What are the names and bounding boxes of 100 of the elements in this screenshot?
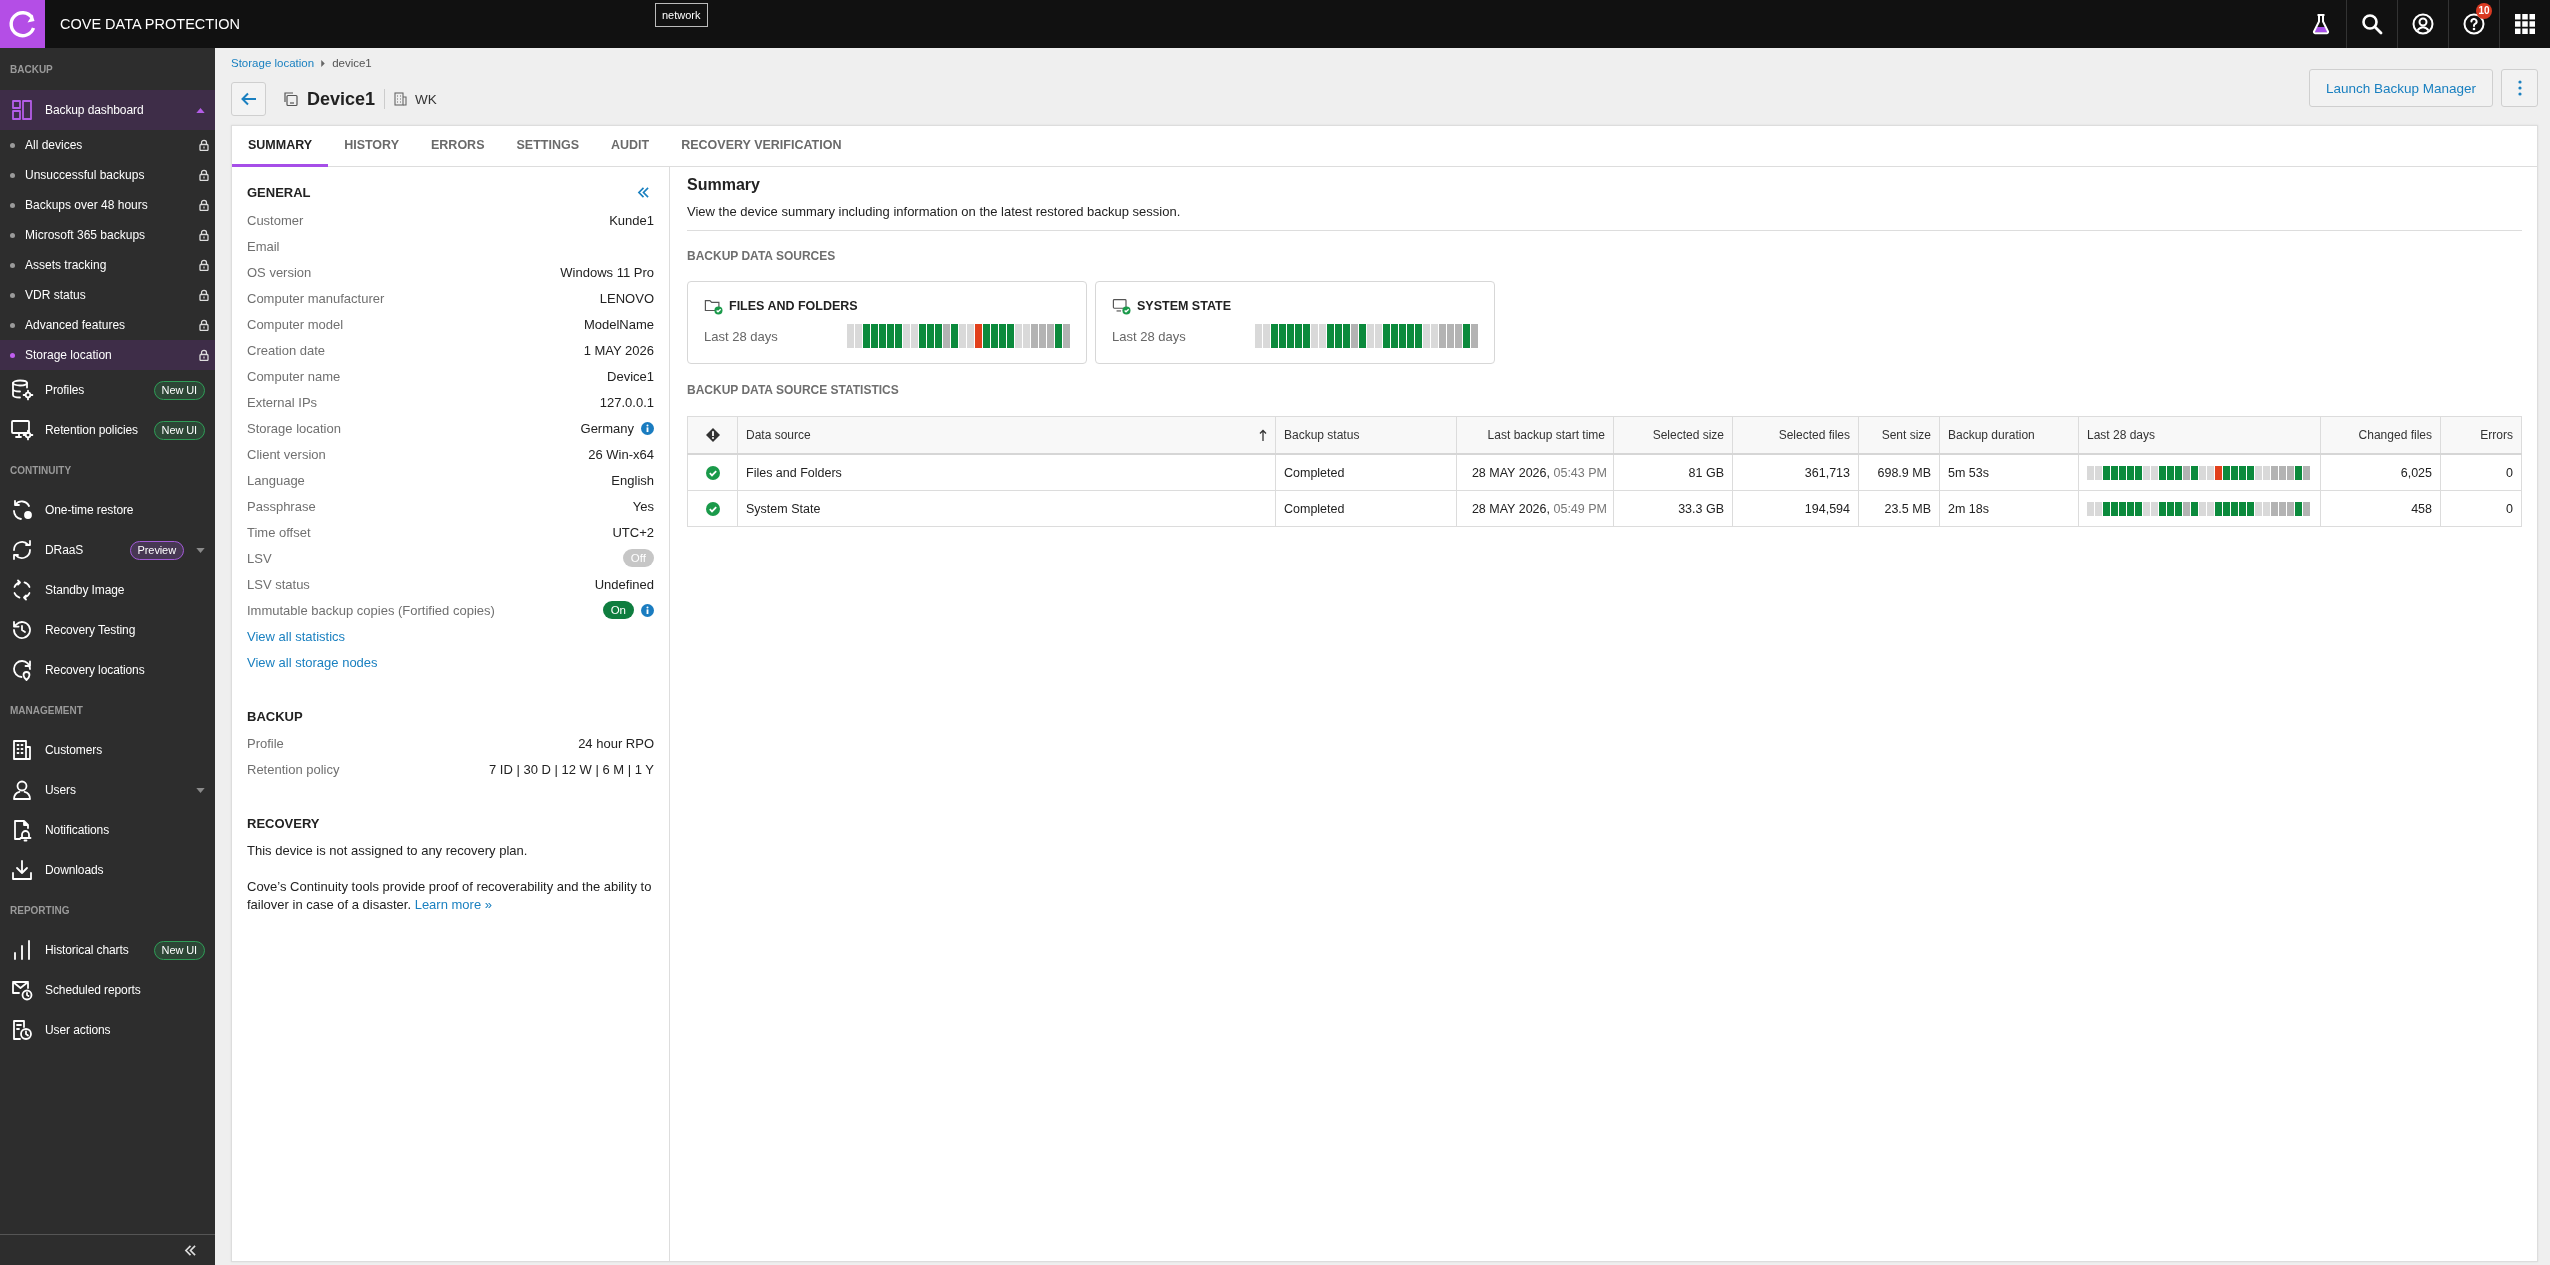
- field-label: Email: [247, 238, 280, 254]
- tab[interactable]: AUDIT: [595, 126, 666, 167]
- bullet-icon: [10, 232, 15, 238]
- nav-subitem[interactable]: Storage location: [0, 340, 215, 370]
- recovery-description: Cove’s Continuity tools provide proof of recoverability and the ability to failover in case of a disaster. Learn more »: [247, 878, 653, 913]
- section-heading: BACKUP DATA SOURCES: [687, 249, 836, 263]
- table-cell: 23.5 MB: [1858, 490, 1940, 527]
- field-label: Retention policy: [247, 761, 340, 777]
- bullet-icon: [10, 142, 15, 148]
- column-header[interactable]: Changed files: [2320, 416, 2441, 454]
- tab[interactable]: RECOVERY VERIFICATION: [665, 126, 858, 167]
- column-header[interactable]: Errors: [2440, 416, 2522, 454]
- field-value: 26 Win-x64: [588, 446, 654, 462]
- back-button[interactable]: [231, 82, 266, 116]
- table-cell: 698.9 MB: [1858, 454, 1940, 491]
- column-header[interactable]: Sent size: [1858, 416, 1940, 454]
- field-value: 1 MAY 2026: [583, 342, 654, 358]
- nav-item[interactable]: Standby Image: [0, 570, 215, 610]
- nav-subitem[interactable]: VDR status: [0, 280, 215, 310]
- column-header[interactable]: Selected size: [1613, 416, 1733, 454]
- backup-time: 05:49 PM: [1553, 501, 1607, 516]
- nav-item[interactable]: Users: [0, 770, 215, 810]
- field-label: OS version: [247, 264, 312, 280]
- nav-item[interactable]: Customers: [0, 730, 215, 770]
- bullet-icon: [10, 172, 15, 178]
- toggle-switch[interactable]: On: [602, 601, 634, 619]
- column-header[interactable]: Backup status: [1275, 416, 1457, 454]
- nav-item[interactable]: Profiles New UI: [0, 370, 215, 410]
- recovery-note: This device is not assigned to any recovery plan.: [247, 842, 529, 860]
- field-value: Yes: [632, 498, 654, 514]
- field-label: Creation date: [247, 342, 326, 358]
- column-header[interactable]: Data source: [737, 416, 1276, 454]
- field-label: Language: [247, 472, 305, 488]
- nav-item[interactable]: Scheduled reports: [0, 970, 215, 1010]
- field-label: Time offset: [247, 524, 311, 540]
- location-pin-icon: [10, 658, 34, 682]
- tab[interactable]: ERRORS: [415, 126, 501, 167]
- nav-item[interactable]: User actions: [0, 1010, 215, 1050]
- link[interactable]: View all statistics: [247, 628, 345, 644]
- nav-subitem[interactable]: Advanced features: [0, 310, 215, 340]
- column-header[interactable]: Backup duration: [1939, 416, 2079, 454]
- tab[interactable]: SUMMARY: [232, 126, 329, 167]
- info-icon[interactable]: [641, 603, 654, 617]
- notification-badge: 10: [2476, 3, 2492, 19]
- caret-icon[interactable]: [196, 787, 205, 793]
- nav-item[interactable]: Downloads: [0, 850, 215, 890]
- caret-icon[interactable]: [196, 107, 205, 113]
- field-value: 7 ID | 30 D | 12 W | 6 M | 1 Y: [489, 761, 654, 777]
- table-cell: Completed: [1275, 454, 1457, 491]
- help-icon[interactable]: [2462, 12, 2486, 36]
- nav-subitem[interactable]: Microsoft 365 backups: [0, 220, 215, 250]
- data-source-name: SYSTEM STATE: [1137, 299, 1231, 313]
- tab[interactable]: HISTORY: [328, 126, 415, 167]
- bullet-icon: [10, 292, 15, 298]
- nav-item[interactable]: Recovery locations: [0, 650, 215, 690]
- launch-button[interactable]: Launch Backup Manager: [2308, 69, 2493, 107]
- search-icon[interactable]: [2360, 12, 2384, 36]
- info-icon[interactable]: [641, 421, 654, 435]
- nav-subitem[interactable]: Assets tracking: [0, 250, 215, 280]
- section-heading: REPORTING: [10, 904, 70, 916]
- circular-arrow-icon: [10, 498, 34, 522]
- table-cell: 5m 53s: [1939, 454, 2079, 491]
- user-icon: [10, 778, 34, 802]
- column-header[interactable]: Last backup start time: [1456, 416, 1614, 454]
- field-value: English: [611, 472, 654, 488]
- caret-icon[interactable]: [196, 547, 205, 553]
- link[interactable]: View all storage nodes: [247, 654, 378, 670]
- breadcrumb-link[interactable]: Storage location: [231, 57, 315, 69]
- nav-item[interactable]: Notifications: [0, 810, 215, 850]
- caret-icon: [321, 59, 326, 67]
- backup-time: 05:43 PM: [1553, 465, 1607, 480]
- field-value: 127.0.0.1: [599, 394, 654, 410]
- column-header[interactable]: Selected files: [1732, 416, 1859, 454]
- envelope-clock-icon: [10, 978, 34, 1002]
- nav-item[interactable]: Recovery Testing: [0, 610, 215, 650]
- apps-grid-icon[interactable]: [2513, 12, 2537, 36]
- kebab-menu-icon: [2517, 80, 2522, 96]
- nav-subitem[interactable]: Backups over 48 hours: [0, 190, 215, 220]
- tab[interactable]: SETTINGS: [500, 126, 595, 167]
- column-header[interactable]: Last 28 days: [2078, 416, 2321, 454]
- nav-subitem[interactable]: Unsuccessful backups: [0, 160, 215, 190]
- nav-item[interactable]: DRaaS Preview: [0, 530, 215, 570]
- learn-more-link[interactable]: Learn more »: [414, 896, 492, 912]
- nav-item[interactable]: Retention policies New UI: [0, 410, 215, 450]
- field-label: Client version: [247, 446, 326, 462]
- nav-item[interactable]: One-time restore: [0, 490, 215, 530]
- sort-arrow-icon[interactable]: [1259, 429, 1267, 441]
- devices-icon: [282, 91, 298, 107]
- table-cell: Files and Folders: [737, 454, 1276, 491]
- arrow-left-icon: [240, 92, 257, 106]
- field-label: External IPs: [247, 394, 318, 410]
- status-badge: New UI: [153, 940, 205, 960]
- user-account-icon[interactable]: [2411, 12, 2435, 36]
- section-title: RECOVERY: [247, 815, 320, 831]
- nav-item[interactable]: Historical charts New UI: [0, 930, 215, 970]
- backup-date: 28 MAY 2026,: [1471, 465, 1550, 480]
- nav-subitem[interactable]: All devices: [0, 130, 215, 160]
- nav-item[interactable]: Backup dashboard: [0, 90, 215, 130]
- section-heading: BACKUP DATA SOURCE STATISTICS: [687, 383, 899, 397]
- table-cell: 0: [2440, 454, 2522, 491]
